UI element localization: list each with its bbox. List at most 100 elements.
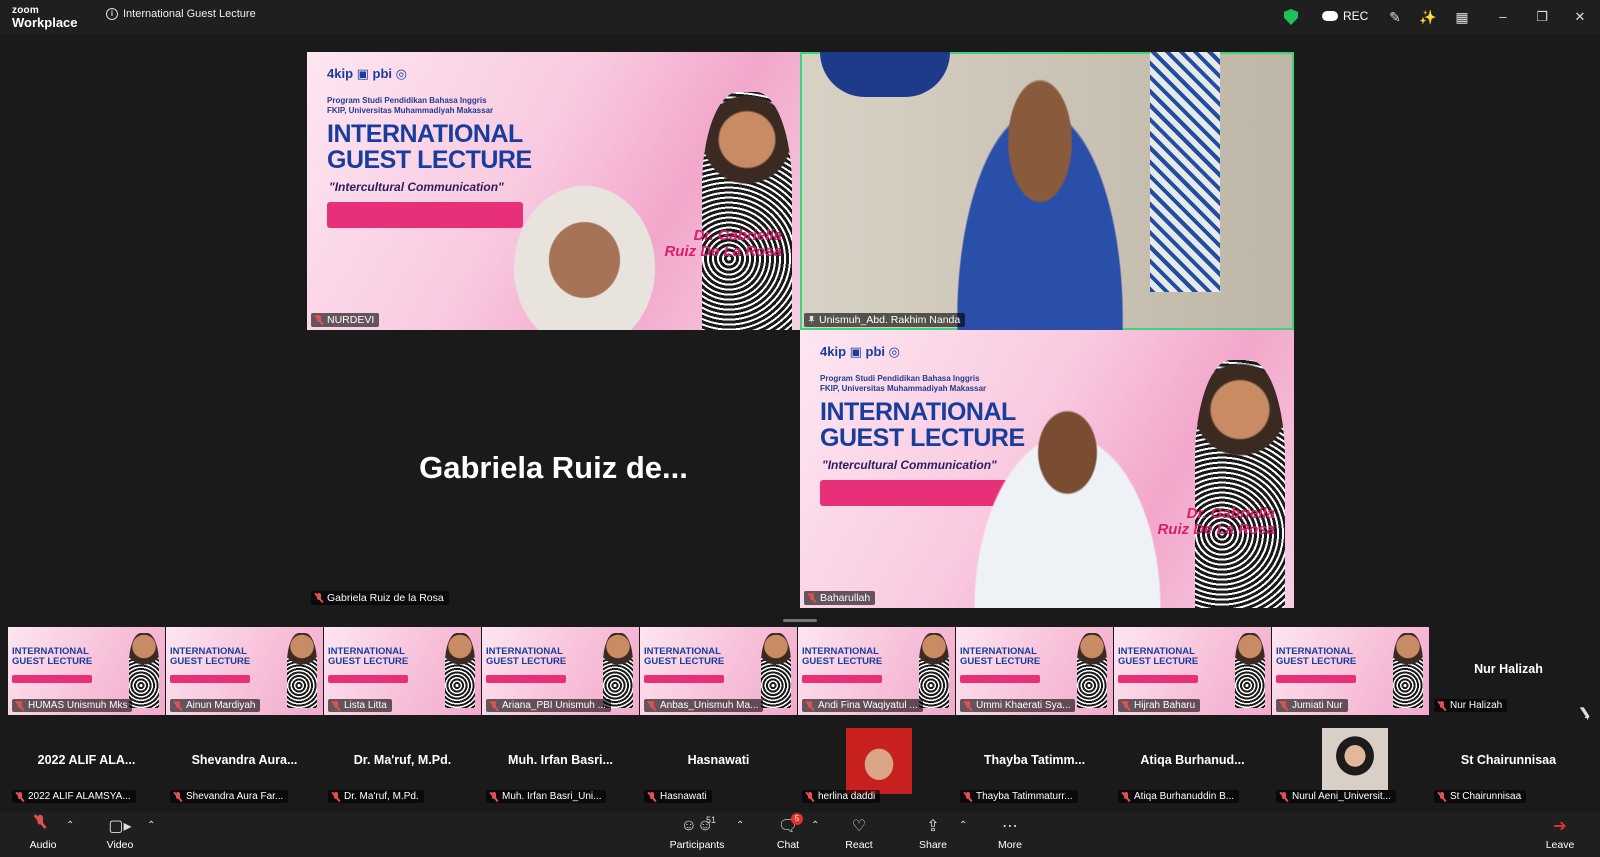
participant-display-name: Dr. Ma'ruf, M.Pd. [353,753,452,767]
mic-muted-icon [806,700,814,711]
name-tag: Shevandra Aura Far... [170,790,289,803]
audio-options-caret-icon[interactable]: ⌃ [66,820,74,831]
video-options-caret-icon[interactable]: ⌃ [147,820,155,831]
gallery-tile[interactable]: Thayba Tatimm... Thayba Tatimmaturr... [956,718,1113,806]
mic-muted-icon [964,791,972,802]
participant-name: Jumiati Nur [1292,700,1343,711]
gallery-tile[interactable]: Hasnawati Hasnawati [640,718,797,806]
poster-title-line1: INTERNATIONAL [820,398,1016,426]
leave-icon: ➔ [1553,818,1567,835]
chat-options-caret-icon[interactable]: ⌃ [811,820,819,831]
name-tag: Nur Halizah [1434,699,1508,712]
gallery-tile[interactable]: Shevandra Aura... Shevandra Aura Far... [166,718,323,806]
meeting-title: International Guest Lecture [123,8,256,20]
poster-faculty: FKIP, Universitas Muhammadiyah Makassar [820,384,987,393]
mini-bar [170,675,250,683]
mini-title2: GUEST LECTURE [1118,656,1199,667]
mini-speaker [1235,633,1265,708]
video-tile-gabriela[interactable]: Gabriela Ruiz de... Gabriela Ruiz de la … [307,330,800,608]
leave-label: Leave [1545,839,1575,851]
name-tag: Lista Litta [328,699,392,712]
gallery-tile[interactable]: Nurul Aeni_Universit... [1272,718,1429,806]
mic-muted-icon [1122,700,1130,711]
name-tag: St Chairunnisaa [1434,790,1527,803]
participants-icon: ☺☺ [680,817,714,834]
mic-muted-icon [16,791,24,802]
annotate-icon[interactable]: ✎ [1386,8,1404,26]
mic-muted-icon [315,315,323,325]
chat-unread-badge: 5 [791,813,803,825]
more-button[interactable]: ⋯ More [975,815,1045,851]
audio-label: Audio [29,839,57,851]
name-tag: Ariana_PBI Unismuh ... [486,699,611,712]
react-button[interactable]: ♡ React [824,815,894,851]
camera-icon: ▢▸ [108,818,132,835]
participants-options-caret-icon[interactable]: ⌃ [736,820,744,831]
share-options-caret-icon[interactable]: ⌃ [959,820,967,831]
minimize-button[interactable]: – [1493,7,1513,27]
gallery-tile[interactable]: INTERNATIONAL GUEST LECTURE Hijrah Baharu [1114,627,1271,715]
gallery-tile[interactable]: INTERNATIONAL GUEST LECTURE Jumiati Nur [1272,627,1429,715]
mini-speaker [129,633,159,708]
gallery-tile[interactable]: herlina daddi [798,718,955,806]
close-button[interactable]: ✕ [1570,7,1590,27]
name-tag: Atiqa Burhanuddin B... [1118,790,1240,803]
gallery-tile[interactable]: INTERNATIONAL GUEST LECTURE Anbas_Unismuh… [640,627,797,715]
name-tag: Muh. Irfan Basri_Uni... [486,790,607,803]
video-tile-rakhim-nanda[interactable]: Unismuh_Abd. Rakhim Nanda [800,52,1294,330]
gallery-tile[interactable]: INTERNATIONAL GUEST LECTURE Ariana_PBI Un… [482,627,639,715]
ai-companion-icon[interactable]: ✨ [1419,8,1437,26]
rec-label: REC [1343,9,1369,23]
mini-bar [486,675,566,683]
restore-button[interactable]: ❐ [1532,7,1552,27]
gallery-tile[interactable]: INTERNATIONAL GUEST LECTURE Ummi Khaerati… [956,627,1113,715]
gallery-tile[interactable]: INTERNATIONAL GUEST LECTURE Andi Fina Waq… [798,627,955,715]
gallery-tile[interactable]: St Chairunnisaa St Chairunnisaa [1430,718,1587,806]
poster-title-line2: GUEST LECTURE [327,146,532,174]
mic-muted-icon [806,791,814,802]
more-icon: ⋯ [1002,818,1018,835]
meeting-info[interactable]: i International Guest Lecture [106,8,256,20]
gallery-tile[interactable]: INTERNATIONAL GUEST LECTURE HUMAS Unismuh… [8,627,165,715]
gallery-tile[interactable]: Muh. Irfan Basri... Muh. Irfan Basri_Uni… [482,718,639,806]
participant-name: HUMAS Unismuh Mks [28,700,128,711]
participant-name: Shevandra Aura Far... [186,791,284,802]
heart-icon: ♡ [851,818,867,835]
participant-display-name: 2022 ALIF ALA... [8,753,165,767]
video-button[interactable]: ▢▸ Video [85,815,155,851]
participant-name: Thayba Tatimmaturr... [976,791,1073,802]
gallery-tile[interactable]: INTERNATIONAL GUEST LECTURE Lista Litta [324,627,481,715]
encryption-shield-icon[interactable] [1284,9,1298,25]
view-layout-icon[interactable]: ▦ [1453,8,1471,26]
poster-subtitle: "Intercultural Communication" [329,180,504,194]
gallery-tile[interactable]: Atiqa Burhanud... Atiqa Burhanuddin B... [1114,718,1271,806]
name-tag: Andi Fina Waqiyatul ... [802,699,923,712]
participant-name: Hijrah Baharu [1134,700,1196,711]
gallery-tile[interactable]: Nur Halizah Nur Halizah [1430,627,1587,715]
participants-button[interactable]: ☺☺ 51 Participants [662,815,732,851]
pin-icon [808,315,815,325]
wall-pattern [1150,52,1220,292]
mic-muted-icon [1438,700,1446,711]
gallery-tile[interactable]: Dr. Ma'ruf, M.Pd. Dr. Ma'ruf, M.Pd. [324,718,481,806]
poster-logos: 4kip ▣ pbi ◎ [820,344,900,359]
name-tag: Hasnawati [644,790,712,803]
poster-info-bar [327,202,523,228]
leave-button[interactable]: ➔ Leave [1525,815,1595,851]
recording-indicator[interactable]: REC [1322,9,1368,23]
video-tile-baharullah[interactable]: 4kip ▣ pbi ◎ Program Studi Pendidikan Ba… [800,330,1294,608]
title-bar: zoom Workplace i International Guest Lec… [0,0,1600,34]
name-tag: Ummi Khaerati Sya... [960,699,1076,712]
share-icon: ⇪ [926,818,940,835]
mic-muted-icon [1280,791,1288,802]
gallery-resize-handle[interactable] [783,619,817,622]
mic-muted-icon [490,700,498,711]
gallery-tile[interactable]: 2022 ALIF ALA... 2022 ALIF ALAMSYA... [8,718,165,806]
info-icon[interactable]: i [106,8,118,20]
share-button[interactable]: ⇪ Share [898,815,968,851]
gallery-tile[interactable]: INTERNATIONAL GUEST LECTURE Ainun Mardiya… [166,627,323,715]
participant-name: Nur Halizah [1450,700,1503,711]
video-tile-nurdevi[interactable]: 4kip ▣ pbi ◎ Program Studi Pendidikan Ba… [307,52,800,330]
mini-speaker [919,633,949,708]
participant-display-name: Hasnawati [687,753,750,767]
